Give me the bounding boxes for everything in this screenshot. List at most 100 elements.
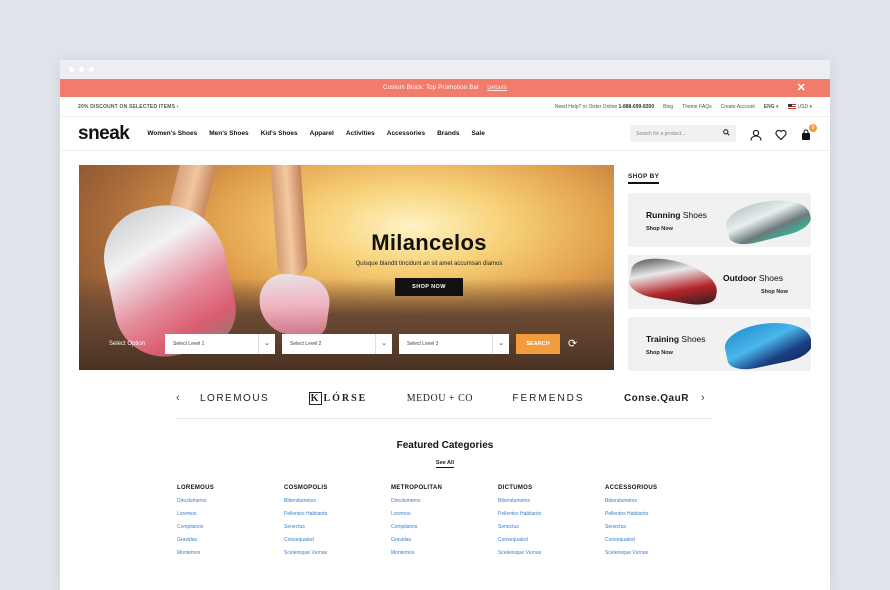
shop-by-card-running[interactable]: Running Shoes Shop Now: [628, 193, 811, 247]
shop-by-card-training[interactable]: Training Shoes Shop Now: [628, 317, 811, 371]
top-link-faqs[interactable]: Theme FAQs: [682, 104, 711, 110]
nav-sale[interactable]: Sale: [471, 130, 484, 137]
promotion-text: Custom Block: Top Promotion Bar: [383, 85, 480, 91]
category-column: ACCESSORIOUS Bibendumetos Pellentes Habi…: [605, 485, 712, 563]
shop-now-link[interactable]: Shop Now: [761, 289, 788, 295]
us-flag-icon: [787, 103, 796, 109]
help-text: Need Help? or Order Online 1-888-699-830…: [554, 103, 655, 110]
brand-logo[interactable]: MEDOU + CO: [407, 393, 473, 404]
category-link[interactable]: Consequatod: [498, 537, 605, 543]
logo[interactable]: sneak: [78, 123, 130, 145]
category-column: COSMOPOLIS Bibendumetos Pellentes Habita…: [284, 485, 391, 563]
finder-label: Select Option: [109, 341, 146, 347]
category-link[interactable]: Gravidas: [391, 537, 498, 543]
close-icon[interactable]: ✕: [797, 82, 806, 94]
hero-subtitle: Quisque blandit tincidunt an sit amet ac…: [355, 261, 503, 267]
brand-carousel: ‹ LOREMOUS K LÓRSE MEDOU + CO FERMENDS Co…: [176, 388, 713, 408]
category-link[interactable]: Senectus: [498, 524, 605, 530]
running-shoe-image: [722, 193, 811, 247]
select-level-1[interactable]: Select Level 1 ⌄: [165, 334, 275, 354]
language-selector[interactable]: ENG ▾: [764, 104, 779, 110]
search-icon[interactable]: [723, 129, 730, 138]
category-link[interactable]: Senectus: [284, 524, 391, 530]
category-link[interactable]: Senectus: [605, 524, 712, 530]
brand-logo[interactable]: Conse.QauR: [624, 393, 689, 404]
chevron-right-icon[interactable]: ›: [701, 392, 713, 404]
category-link[interactable]: Dincdumeros: [177, 498, 284, 504]
category-link[interactable]: Dincdumeros: [391, 498, 498, 504]
category-link[interactable]: Scelerisque Vurnas: [498, 550, 605, 556]
top-utility-bar: 20% DISCOUNT ON SELECTED ITEMS › Need He…: [60, 97, 830, 117]
main-header: sneak Women's Shoes Men's Shoes Kid's Sh…: [60, 117, 830, 151]
featured-categories: LOREMOUS Dincdumeros Loremos Complianos …: [177, 485, 712, 563]
category-link[interactable]: Pellentes Habitanto: [284, 511, 391, 517]
nav-kids-shoes[interactable]: Kid's Shoes: [261, 130, 298, 137]
category-link[interactable]: Complianos: [391, 524, 498, 530]
search-input[interactable]: Search for a product...: [630, 125, 736, 142]
nav-activities[interactable]: Activities: [346, 130, 375, 137]
hero-title: Milancelos: [371, 230, 487, 255]
main-nav: Women's Shoes Men's Shoes Kid's Shoes Ap…: [147, 130, 484, 137]
category-link[interactable]: Bibendumetos: [498, 498, 605, 504]
brand-logo[interactable]: FERMENDS: [512, 393, 584, 404]
product-finder: Select Option Select Level 1 ⌄ Select Lev…: [79, 334, 614, 356]
chevron-down-icon: ⌄: [492, 334, 509, 354]
nav-apparel[interactable]: Apparel: [310, 130, 334, 137]
category-link[interactable]: Scelerisque Vurnas: [605, 550, 712, 556]
hero-banner: Milancelos Quisque blandit tincidunt an …: [79, 165, 614, 370]
brand-logo[interactable]: LOREMOUS: [200, 393, 269, 404]
nav-accessories[interactable]: Accessories: [387, 130, 425, 137]
category-link[interactable]: Gravidas: [177, 537, 284, 543]
category-title[interactable]: COSMOPOLIS: [284, 485, 391, 491]
featured-title: Featured Categories: [396, 440, 494, 451]
category-link[interactable]: Pellentes Habitanto: [498, 511, 605, 517]
window-dot[interactable]: [69, 67, 74, 72]
top-link-blog[interactable]: Blog: [663, 104, 673, 110]
category-link[interactable]: Bibendumetos: [605, 498, 712, 504]
cart-icon[interactable]: 0: [800, 123, 817, 140]
chevron-down-icon: ⌄: [375, 334, 392, 354]
category-link[interactable]: Montemos: [177, 550, 284, 556]
category-link[interactable]: Consequatod: [605, 537, 712, 543]
nav-brands[interactable]: Brands: [437, 130, 459, 137]
shop-now-link[interactable]: Shop Now: [646, 226, 673, 232]
window-chrome: [60, 60, 830, 79]
browser-window: Custom Block: Top Promotion Bar Details …: [60, 60, 830, 590]
category-link[interactable]: Pellentes Habitanto: [605, 511, 712, 517]
category-link[interactable]: Scelerisque Vurnas: [284, 550, 391, 556]
category-link[interactable]: Consequatod: [284, 537, 391, 543]
discount-link[interactable]: 20% DISCOUNT ON SELECTED ITEMS ›: [78, 104, 179, 110]
category-link[interactable]: Loremos: [177, 511, 284, 517]
top-link-create-account[interactable]: Create Account: [721, 104, 755, 110]
wishlist-icon[interactable]: [775, 128, 787, 140]
account-icon[interactable]: [750, 128, 762, 141]
category-link[interactable]: Complianos: [177, 524, 284, 530]
shop-by-card-outdoor[interactable]: Outdoor Shoes Shop Now: [628, 255, 811, 309]
finder-search-button[interactable]: SEARCH: [516, 334, 560, 354]
promotion-details-link[interactable]: Details: [487, 85, 507, 91]
chevron-left-icon[interactable]: ‹: [176, 392, 188, 404]
see-all-link[interactable]: See All: [435, 460, 455, 468]
category-title[interactable]: METROPOLITAN: [391, 485, 498, 491]
category-title[interactable]: LOREMOUS: [177, 485, 284, 491]
shop-now-button[interactable]: SHOP NOW: [395, 278, 463, 296]
shop-by-panel: SHOP BY Running Shoes Shop Now Outdoor S…: [628, 165, 811, 371]
category-link[interactable]: Bibendumetos: [284, 498, 391, 504]
category-link[interactable]: Montemos: [391, 550, 498, 556]
shop-now-link[interactable]: Shop Now: [646, 350, 673, 356]
window-dot[interactable]: [79, 67, 84, 72]
nav-womens-shoes[interactable]: Women's Shoes: [147, 130, 197, 137]
category-title[interactable]: DICTUMOS: [498, 485, 605, 491]
window-dot[interactable]: [89, 67, 94, 72]
category-title[interactable]: ACCESSORIOUS: [605, 485, 712, 491]
reset-icon[interactable]: ⟳: [568, 337, 577, 350]
select-level-2[interactable]: Select Level 2 ⌄: [282, 334, 392, 354]
category-link[interactable]: Loremos: [391, 511, 498, 517]
select-level-3[interactable]: Select Level 3 ⌄: [399, 334, 509, 354]
category-column: LOREMOUS Dincdumeros Loremos Complianos …: [177, 485, 284, 563]
nav-mens-shoes[interactable]: Men's Shoes: [209, 130, 248, 137]
outdoor-shoe-image: [628, 255, 721, 309]
brand-logo[interactable]: K LÓRSE: [308, 391, 368, 405]
hero-image: [269, 165, 309, 276]
currency-selector[interactable]: USD ▾: [787, 103, 812, 110]
